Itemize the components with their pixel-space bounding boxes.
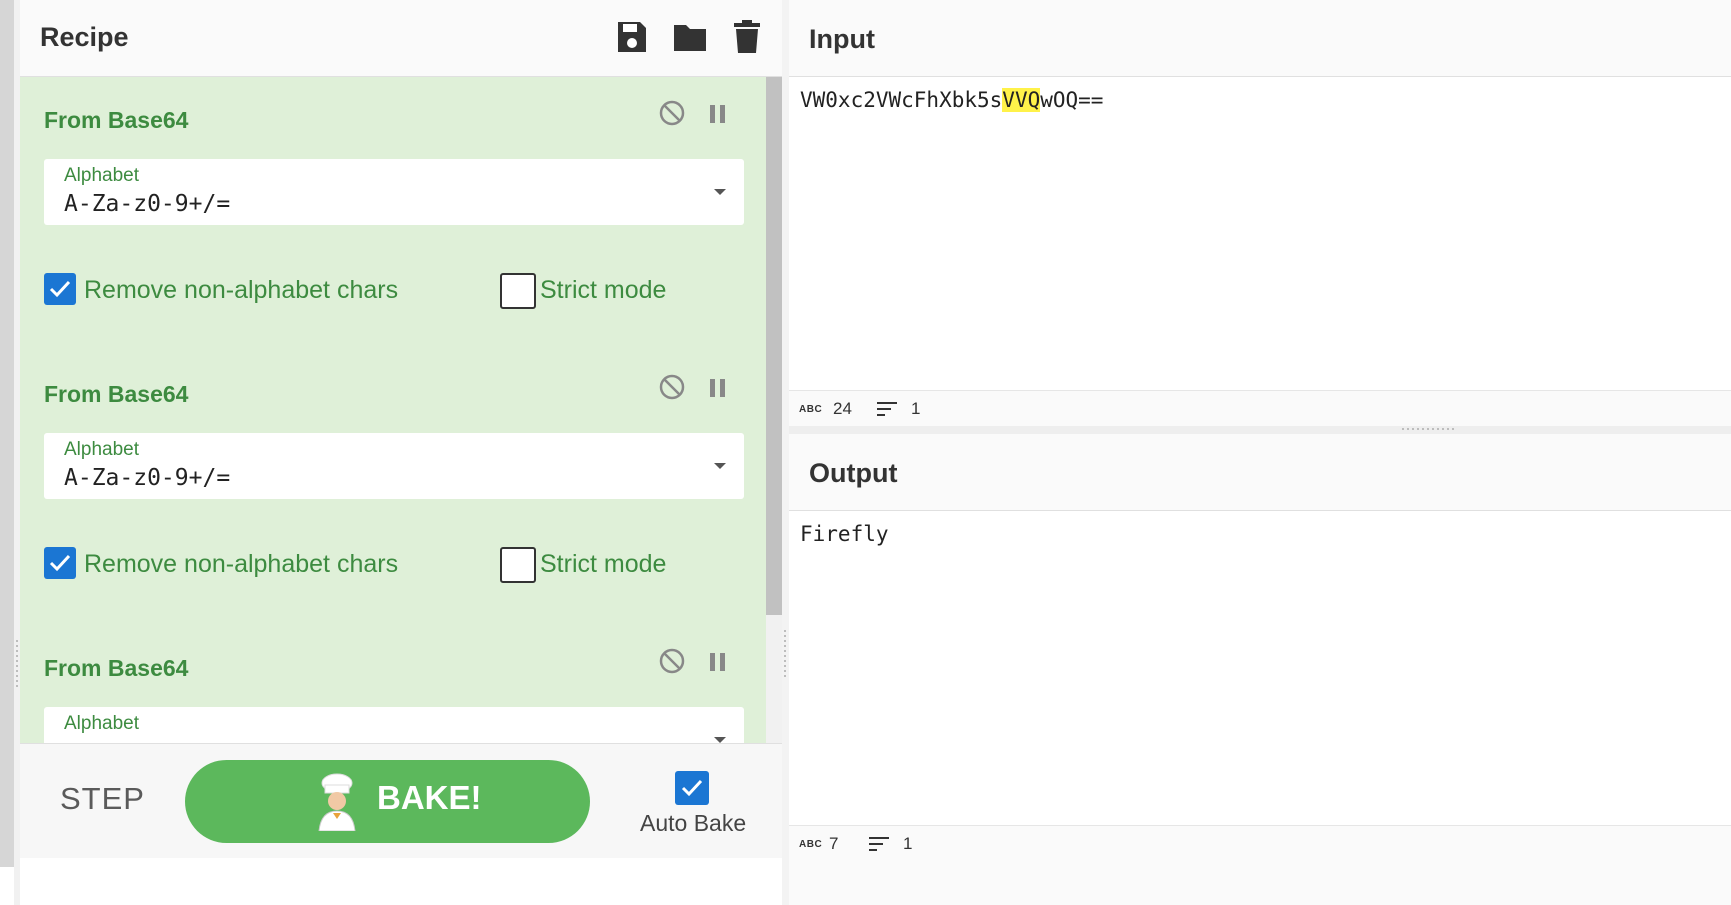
input-text[interactable]: VW0xc2VWcFhXbk5sVVQwOQ== bbox=[800, 88, 1103, 112]
operation-from-base64[interactable]: From Base64 Alphabet A-Za-z0-9+/= Remove… bbox=[20, 351, 766, 626]
output-title: Output bbox=[809, 458, 898, 488]
pause-icon[interactable] bbox=[708, 651, 728, 673]
remove-non-alphabet-checkbox[interactable] bbox=[44, 547, 76, 579]
step-button[interactable]: STEP bbox=[60, 781, 145, 817]
auto-bake-label: Auto Bake bbox=[640, 810, 747, 836]
alphabet-select[interactable]: Alphabet bbox=[44, 707, 744, 743]
recipe-header bbox=[20, 0, 782, 77]
alphabet-value: A-Za-z0-9+/= bbox=[64, 191, 231, 217]
output-line-count: 1 bbox=[903, 834, 913, 853]
pause-icon[interactable] bbox=[708, 377, 728, 399]
strict-mode-checkbox[interactable] bbox=[500, 273, 536, 309]
remove-non-alphabet-checkbox[interactable] bbox=[44, 273, 76, 305]
output-header bbox=[789, 434, 1731, 511]
input-header bbox=[789, 0, 1731, 77]
output-text[interactable]: Firefly bbox=[800, 522, 889, 546]
strict-mode-label: Strict mode bbox=[540, 550, 667, 578]
remove-non-alphabet-label: Remove non-alphabet chars bbox=[84, 276, 399, 304]
input-text-highlight: VVQ bbox=[1002, 88, 1041, 112]
input-text-before: VW0xc2VWcFhXbk5s bbox=[800, 88, 1003, 112]
disable-icon[interactable] bbox=[658, 647, 686, 675]
input-textarea[interactable] bbox=[789, 77, 1731, 390]
pause-icon[interactable] bbox=[708, 103, 728, 125]
character-count-icon: ABC bbox=[799, 839, 823, 850]
strict-mode-label: Strict mode bbox=[540, 276, 667, 304]
bake-button[interactable]: BAKE! bbox=[185, 760, 590, 843]
output-character-count: 7 bbox=[829, 834, 839, 853]
line-count-icon bbox=[877, 402, 897, 416]
line-count-icon bbox=[869, 837, 889, 851]
input-status-bar: ABC 24 1 bbox=[789, 390, 1731, 426]
operation-from-base64[interactable]: From Base64 Alphabet bbox=[20, 625, 766, 743]
alphabet-label: Alphabet bbox=[64, 439, 140, 460]
operation-title: From Base64 bbox=[44, 107, 189, 133]
bake-label: BAKE! bbox=[377, 779, 482, 816]
alphabet-label: Alphabet bbox=[64, 713, 140, 734]
disable-icon[interactable] bbox=[658, 373, 686, 401]
disable-icon[interactable] bbox=[658, 99, 686, 127]
left-scroll-strip bbox=[0, 0, 14, 867]
output-textarea[interactable] bbox=[789, 511, 1731, 825]
strict-mode-checkbox[interactable] bbox=[500, 547, 536, 583]
operation-from-base64[interactable]: From Base64 Alphabet A-Za-z0-9+/= Remove… bbox=[20, 77, 766, 352]
pane-resizer-vertical[interactable] bbox=[782, 0, 789, 905]
alphabet-value: A-Za-z0-9+/= bbox=[64, 465, 231, 491]
caret-down-icon bbox=[714, 463, 726, 469]
caret-down-icon bbox=[714, 189, 726, 195]
alphabet-select[interactable]: Alphabet A-Za-z0-9+/= bbox=[44, 159, 744, 225]
input-line-count: 1 bbox=[911, 399, 921, 418]
operation-title: From Base64 bbox=[44, 381, 189, 407]
operations-scrollbar-thumb[interactable] bbox=[766, 77, 782, 615]
output-bottom-fill bbox=[789, 861, 1731, 905]
pane-resizer-horizontal[interactable] bbox=[789, 426, 1731, 434]
operations-list: From Base64 Alphabet A-Za-z0-9+/= Remove… bbox=[20, 77, 766, 743]
resizer-grip bbox=[1402, 428, 1454, 430]
output-status-bar: ABC 7 1 bbox=[789, 825, 1731, 861]
input-title: Input bbox=[809, 24, 875, 54]
operation-title: From Base64 bbox=[44, 655, 189, 681]
chef-icon bbox=[313, 773, 361, 832]
auto-bake-checkbox[interactable] bbox=[675, 771, 709, 805]
alphabet-label: Alphabet bbox=[64, 165, 140, 186]
folder-icon[interactable] bbox=[673, 22, 706, 56]
recipe-title: Recipe bbox=[40, 22, 129, 52]
input-text-after: wOQ== bbox=[1040, 88, 1104, 112]
trash-icon[interactable] bbox=[733, 20, 765, 54]
alphabet-select[interactable]: Alphabet A-Za-z0-9+/= bbox=[44, 433, 744, 499]
save-icon[interactable] bbox=[616, 20, 648, 54]
input-character-count: 24 bbox=[833, 399, 852, 418]
character-count-icon: ABC bbox=[799, 404, 823, 415]
remove-non-alphabet-label: Remove non-alphabet chars bbox=[84, 550, 399, 578]
